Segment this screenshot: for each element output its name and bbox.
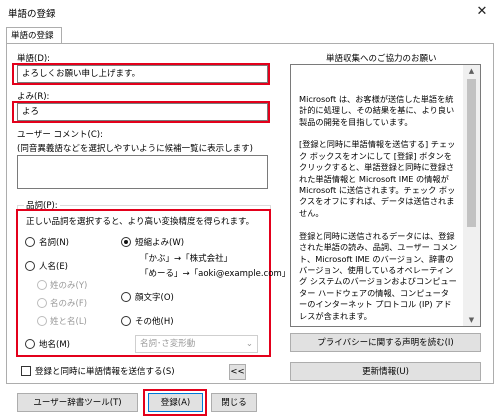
register-highlight bbox=[143, 389, 207, 416]
send-checkbox[interactable] bbox=[21, 366, 31, 376]
comment-hint: (同音異義語などを選択しやすいように候補一覧に表示します) bbox=[17, 144, 253, 154]
privacy-button[interactable]: プライバシーに関する声明を読む(I) bbox=[290, 333, 481, 352]
emoticon-radio[interactable] bbox=[121, 292, 131, 302]
close-button[interactable]: 閉じる bbox=[211, 393, 257, 412]
notice-body: Microsoft は、お客様が送信した単語を統計的に処理し、その結果を基に、よ… bbox=[299, 93, 458, 321]
word-highlight bbox=[12, 63, 270, 85]
surname-radio[interactable] bbox=[37, 280, 47, 290]
comment-input[interactable] bbox=[17, 155, 268, 189]
person-radio[interactable] bbox=[25, 261, 35, 271]
comment-label: ユーザー コメント(C): bbox=[17, 130, 103, 140]
emoticon-label[interactable]: 顔文字(O) bbox=[135, 291, 174, 303]
pos-detail-value: 名詞･さ変形動 bbox=[140, 339, 196, 349]
tab-word-registration[interactable]: 単語の登録 bbox=[6, 27, 62, 44]
given-name-radio[interactable] bbox=[37, 298, 47, 308]
collapse-button[interactable]: << bbox=[229, 364, 246, 380]
other-label[interactable]: その他(H) bbox=[135, 315, 174, 327]
title-bar: 単語の登録 ✕ bbox=[0, 0, 500, 24]
reading-highlight bbox=[12, 101, 270, 123]
noun-radio[interactable] bbox=[25, 237, 35, 247]
pos-detail-select[interactable]: 名詞･さ変形動 ⌄ bbox=[135, 335, 258, 353]
update-info-button[interactable]: 更新情報(U) bbox=[290, 362, 481, 381]
short-reading-example-2: 「めーる」→「aoki@example.com」 bbox=[140, 269, 291, 279]
notice-title: 単語収集へのご協力のお願い bbox=[326, 54, 437, 64]
window-title: 単語の登録 bbox=[8, 9, 56, 20]
chevron-down-icon: ⌄ bbox=[245, 339, 253, 349]
scroll-up-icon[interactable]: ▲ bbox=[463, 65, 480, 77]
user-dictionary-tool-button[interactable]: ユーザー辞書ツール(T) bbox=[17, 393, 138, 412]
full-name-label[interactable]: 姓と名(L) bbox=[50, 315, 87, 327]
person-label[interactable]: 人名(E) bbox=[39, 260, 68, 272]
scroll-down-icon[interactable]: ▼ bbox=[463, 314, 480, 326]
notice-scrollbar[interactable]: ▲ ▼ bbox=[463, 65, 480, 326]
notice-text: Microsoft は、お客様が送信した単語を統計的に処理し、その結果を基に、よ… bbox=[290, 64, 481, 327]
pos-hint: 正しい品詞を選択すると、より高い変換精度を得られます。 bbox=[26, 217, 255, 227]
place-label[interactable]: 地名(M) bbox=[39, 338, 70, 350]
other-radio[interactable] bbox=[121, 316, 131, 326]
short-reading-label[interactable]: 短縮よみ(W) bbox=[135, 236, 184, 248]
place-radio[interactable] bbox=[25, 339, 35, 349]
short-reading-example-1: 「かぶ」→「株式会社」 bbox=[140, 254, 233, 264]
scroll-thumb[interactable] bbox=[467, 79, 476, 227]
given-name-label[interactable]: 名のみ(F) bbox=[50, 297, 87, 309]
full-name-radio[interactable] bbox=[37, 316, 47, 326]
short-reading-radio[interactable] bbox=[121, 237, 131, 247]
noun-label[interactable]: 名詞(N) bbox=[39, 236, 69, 248]
surname-label[interactable]: 姓のみ(Y) bbox=[50, 279, 87, 291]
send-label[interactable]: 登録と同時に単語情報を送信する(S) bbox=[35, 365, 175, 377]
close-icon[interactable]: ✕ bbox=[470, 3, 494, 21]
